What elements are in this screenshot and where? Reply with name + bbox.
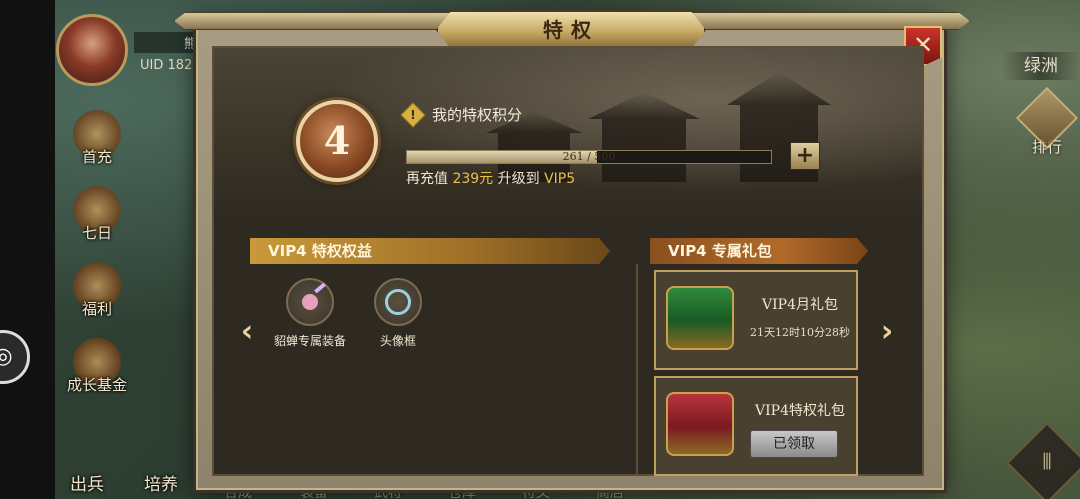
points-progress-bar: 261 / 500 bbox=[406, 150, 772, 164]
upgrade-mid: 升级到 bbox=[497, 171, 540, 187]
screen-edge bbox=[0, 0, 55, 499]
hairpin-icon bbox=[286, 278, 334, 326]
claimed-button[interactable]: 已领取 bbox=[750, 430, 838, 458]
menu-icon: ⫴ bbox=[1042, 450, 1052, 475]
gift-card-monthly[interactable]: VIP4月礼包 21天12时10分28秒 bbox=[654, 270, 858, 370]
pagoda-silhouette bbox=[727, 72, 831, 182]
seven-day-button[interactable]: 七日 bbox=[58, 186, 136, 256]
benefit-name: 貂蝉专属装备 bbox=[273, 334, 346, 348]
benefits-header: VIP4 特权权益 bbox=[250, 238, 610, 264]
benefit-item[interactable]: 貂蝉专属装备 bbox=[268, 278, 352, 349]
gift-name: VIP4月礼包 bbox=[762, 297, 838, 313]
side-menu-label: 七日 bbox=[81, 224, 112, 242]
welfare-button[interactable]: 福利 bbox=[58, 262, 136, 332]
ranking-button[interactable]: 排行 bbox=[1015, 86, 1079, 162]
recharge-plus-button[interactable]: + bbox=[790, 142, 820, 170]
plus-icon: + bbox=[795, 143, 815, 168]
treasure-chest-icon bbox=[666, 392, 734, 456]
section-divider bbox=[636, 264, 638, 474]
ring-icon bbox=[374, 278, 422, 326]
pagoda-silhouette bbox=[588, 92, 700, 182]
bottom-item-train[interactable]: 培养 bbox=[144, 470, 178, 495]
side-menu-label: 福利 bbox=[81, 300, 112, 318]
player-avatar[interactable] bbox=[56, 14, 128, 86]
gifts-header: VIP4 专属礼包 bbox=[650, 238, 868, 264]
upgrade-amount: 239元 bbox=[452, 171, 494, 187]
growth-fund-button[interactable]: 成长基金 bbox=[58, 338, 136, 408]
side-menu-label: 成长基金 bbox=[66, 376, 127, 394]
benefit-item[interactable]: 头像框 bbox=[356, 278, 440, 349]
vip-level-badge: 4 bbox=[296, 100, 378, 182]
treasure-chest-icon bbox=[666, 286, 734, 350]
city-name: 绿洲 bbox=[1002, 52, 1080, 80]
bottom-item-dispatch[interactable]: 出兵 bbox=[70, 470, 104, 495]
benefit-name: 头像框 bbox=[379, 334, 416, 348]
modal-title: 特权 bbox=[436, 10, 706, 50]
points-title: 我的特权积分 bbox=[432, 106, 523, 124]
prev-arrow-icon[interactable]: ‹ bbox=[236, 317, 258, 348]
gift-name: VIP4特权礼包 bbox=[755, 403, 845, 419]
upgrade-prefix: 再充值 bbox=[406, 171, 448, 187]
side-menu-label: 首充 bbox=[81, 148, 112, 166]
gift-timer: 21天12时10分28秒 bbox=[750, 326, 850, 339]
privilege-modal: 特权 ✕ 4 ! 我的特权积分 261 / 500 + 再充值 239元 升级到… bbox=[196, 20, 944, 490]
next-arrow-icon[interactable]: › bbox=[876, 317, 898, 348]
points-progress-text: 261 / 500 bbox=[562, 150, 616, 163]
upgrade-target: VIP5 bbox=[544, 171, 576, 187]
first-charge-button[interactable]: 首充 bbox=[58, 110, 136, 180]
modal-content: 4 ! 我的特权积分 261 / 500 + 再充值 239元 升级到 VIP5… bbox=[212, 46, 924, 476]
gift-card-privilege[interactable]: VIP4特权礼包 已领取 bbox=[654, 376, 858, 476]
upgrade-hint: 再充值 239元 升级到 VIP5 bbox=[406, 168, 575, 188]
